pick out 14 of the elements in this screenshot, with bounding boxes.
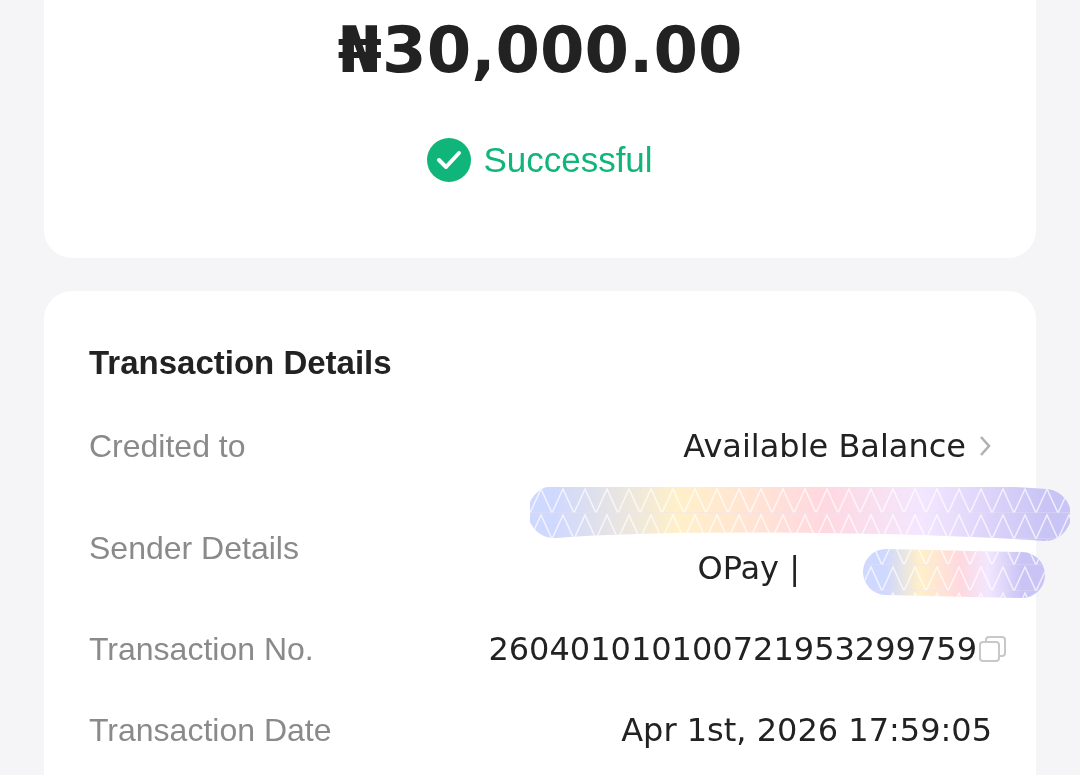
detail-label: Credited to xyxy=(89,427,246,466)
section-title: Transaction Details xyxy=(89,343,393,383)
detail-label: Transaction Date xyxy=(89,711,332,750)
check-circle-icon xyxy=(427,138,472,182)
chevron-right-icon[interactable] xyxy=(978,434,992,458)
detail-value: 260401010100721953299759 xyxy=(488,629,977,669)
amount: ₦30,000.00 xyxy=(337,12,743,89)
detail-label: Sender Details xyxy=(89,529,299,568)
detail-label: Transaction No. xyxy=(89,630,314,669)
detail-value: Available Balance xyxy=(683,426,966,466)
copy-icon[interactable] xyxy=(977,635,1007,663)
status-label: Successful xyxy=(483,140,653,180)
detail-value: Apr 1st, 2026 17:59:05 xyxy=(621,710,992,750)
detail-value: OPay | xyxy=(697,549,800,587)
